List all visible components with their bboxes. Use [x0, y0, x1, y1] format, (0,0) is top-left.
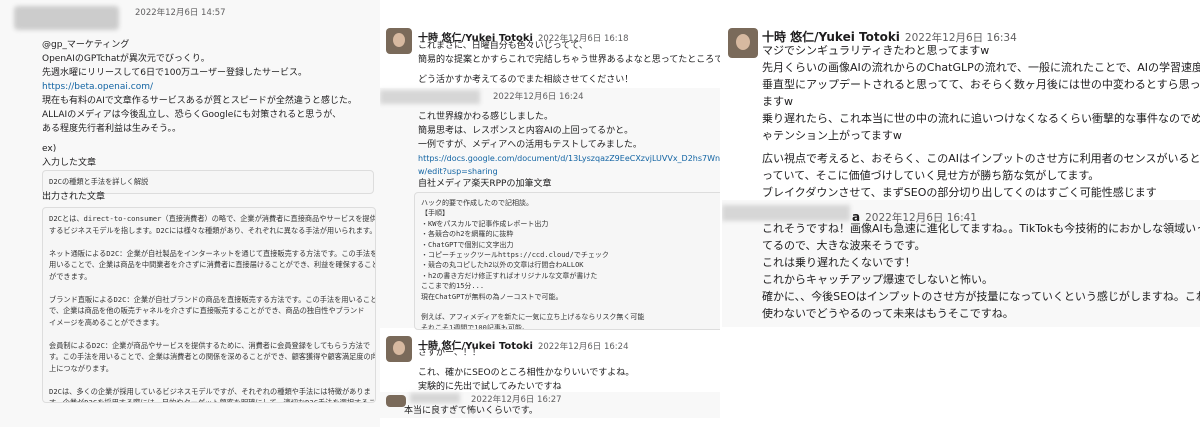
message-line: マジでシンギュラリティきたわと思ってますw: [762, 44, 990, 57]
message-line: ゃテンション上がってますw: [762, 129, 902, 142]
message-line: 簡易的な提案とかすらこれで完結しちゃう世界あるよなと思ってたところです。: [418, 55, 720, 65]
message-line: これ世界線かわる感じしました。: [418, 112, 554, 122]
message-line: 先週水曜にリリースして6日で100万ユーザー登録したサービス。: [42, 68, 308, 78]
avatar: [386, 28, 412, 54]
message-line: 確かに、、今後SEOはインプットのさせ方が技量になっていくという感じがしますね。…: [762, 290, 1200, 303]
message-line: これからキャッチアップ爆速でしないと怖い。: [762, 273, 993, 286]
message-line: 使わないでどうやるのって未来はもうそこですね。: [762, 307, 1014, 320]
avatar-blurred: [14, 6, 119, 30]
message-text: 本当に良すぎて怖いくらいです。: [404, 404, 538, 418]
message-line: 入力した文章: [42, 158, 97, 168]
message-line: 垂直型にアップデートされると思ってて、おそらく数ヶ月後には世の中変わるとすら思っ…: [762, 78, 1200, 91]
message-text: さすがー、！！ これ、確かにSEOのところ相性かなりいいですよね。 実験的に先出で…: [418, 346, 634, 394]
message-line: ますw: [762, 95, 793, 108]
message-line: ALLAIのメディアは今後乱立し、恐らくGoogleにも対策されると思うが、: [42, 110, 342, 120]
procedure-box: ハック的要で作成したので記相談。 【手順】 ・KWをパスカルで記事作成レポート出…: [414, 192, 720, 330]
message-line: ex): [42, 144, 57, 154]
shared-doc-link[interactable]: https://docs.google.com/document/d/13Lys…: [418, 152, 720, 166]
message-text: マジでシンギュラリティきたわと思ってますw 先月くらいの画像AIの流れからのCha…: [762, 42, 1200, 201]
author-blurred: [722, 205, 850, 221]
message-line: @gp_マーケティング: [42, 40, 130, 50]
message-line: 一例ですが、メディアへの活用もテストしてみました。: [418, 140, 642, 150]
panel-middle-thread: 十時 悠仁/Yukei Totoki 2022年12月6日 16:18 これまさに…: [380, 0, 720, 427]
output-text-box: D2Cとは、direct-to-consumer（直接消費者）の略で、企業が消費…: [42, 207, 376, 403]
panel-right-thread: 十時 悠仁/Yukei Totoki 2022年12月6日 16:34 マジでシン…: [722, 0, 1200, 427]
message-2: 2022年12月6日 16:24 これ世界線かわる感じしました。簡易思考は、レス…: [380, 88, 720, 330]
attachment-label: 自社メディア楽天RPPの加筆文章: [418, 179, 552, 189]
message-line: これそうですね！画像AIも急速に進化してますね。。TikTokも今技術的におかし…: [762, 222, 1200, 235]
message-line: これは乗り遅れたくないです！: [762, 256, 916, 269]
message-line: 広い視点で考えると、おそらく、このAIはインプットのさせ方に利用者のセンスがいる…: [762, 152, 1200, 165]
message-line: てるので、大きな波来そうです。: [762, 239, 926, 252]
message-line: ある程度先行者利益は生みそう。。: [42, 124, 181, 134]
message-line: ブレイクダウンさせて、まずSEOの部分切り出してくのはすごく可能性感じます: [762, 186, 1157, 199]
message-text: これそうですね！画像AIも急速に進化してますね。。TikTokも今技術的におかし…: [762, 220, 1200, 322]
message-line: これまさに、日曜自分も色々いじってて、: [418, 41, 588, 51]
panel-left-message: 2022年12月6日 14:57 @gp_マーケティング OpenAIのGPTch…: [0, 0, 380, 427]
author-blurred: [380, 90, 480, 104]
message-line[interactable]: https://beta.openai.com/: [42, 80, 357, 94]
message-2: a 2022年12月6日 16:41 これそうですね！画像AIも急速に進化してます…: [722, 200, 1200, 327]
timestamp[interactable]: 2022年12月6日 16:24: [493, 90, 584, 102]
message-line: さすがー、！！: [418, 348, 481, 358]
output-label: 出力された文章: [42, 192, 106, 202]
message-line: 乗り遅れたら、これ本当に世の中の流れに追いつけなくなるくらい衝撃的な事件なのでめ…: [762, 112, 1200, 125]
author-blurred: [410, 393, 460, 403]
message-line: 先月くらいの画像AIの流れからのChatGLPの流れで、一般に流れたことで、AI…: [762, 61, 1200, 74]
message-line: 本当に良すぎて怖いくらいです。: [404, 406, 538, 416]
message-line: 簡易思考は、レスポンスと内容AIの上回ってるかと。: [418, 126, 634, 136]
message-line: OpenAIのGPTchatが異次元でびっくり。: [42, 54, 210, 64]
message-4: 2022年12月6日 16:27 本当に良すぎて怖いくらいです。: [380, 392, 720, 418]
timestamp: 2022年12月6日 14:57: [135, 8, 226, 18]
message-text: これまさに、日曜自分も色々いじってて、簡易的な提案とかすらこれで完結しちゃう世界…: [418, 39, 720, 87]
avatar: [728, 28, 758, 58]
message-line: どう活かすか考えてるのでまた相談させてください！: [418, 75, 634, 85]
message-line: これ、確かにSEOのところ相性かなりいいですよね。: [418, 368, 635, 378]
avatar-blurred: [386, 395, 406, 407]
message-line: っていて、そこに価値づけしていく見せ方が勝ち筋な気がしてます。: [762, 169, 1100, 182]
message-text: これ世界線かわる感じしました。簡易思考は、レスポンスと内容AIの上回ってるかと。…: [418, 110, 642, 152]
message-body: @gp_マーケティング OpenAIのGPTchatが異次元でびっくり。先週水曜に…: [42, 38, 357, 170]
avatar: [386, 336, 412, 362]
message-line: 現在も有料のAIで文章作るサービスあるが質とスピードが全然違うと感じた。: [42, 96, 357, 106]
